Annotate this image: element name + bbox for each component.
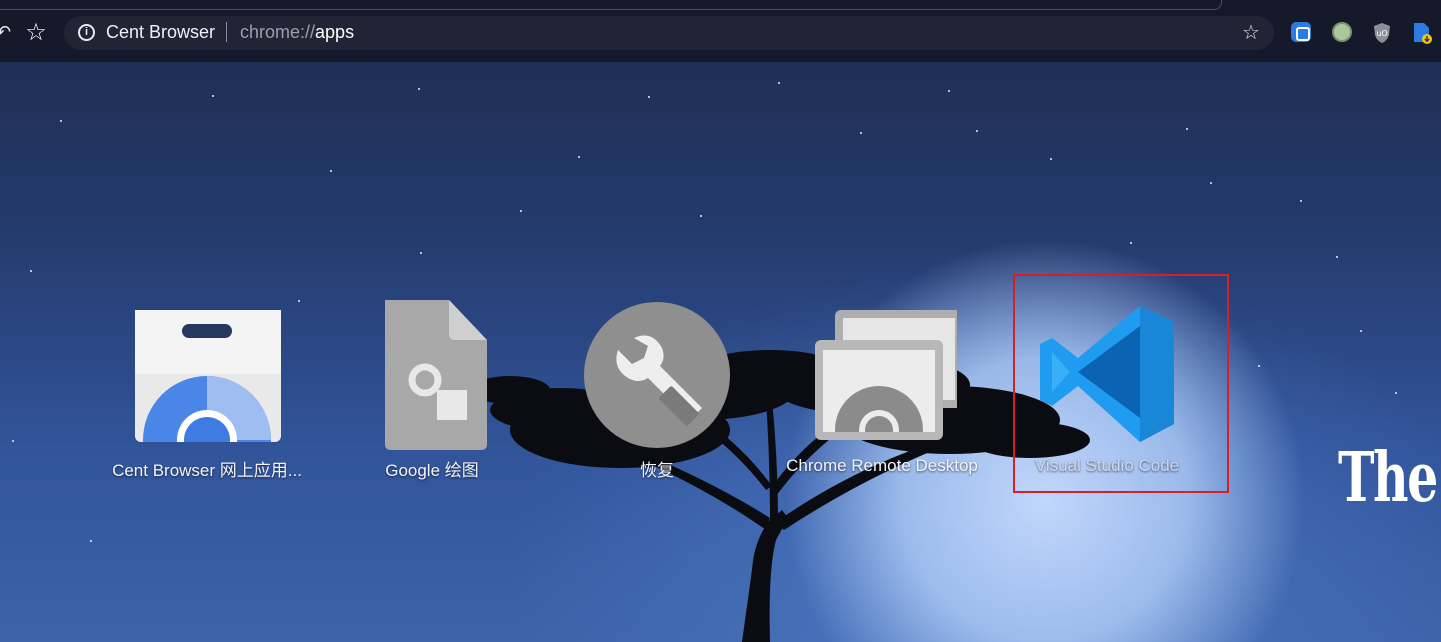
app-google-drawings[interactable]: Google 绘图 (327, 296, 537, 481)
selection-highlight (1013, 274, 1229, 493)
site-name: Cent Browser (106, 22, 216, 42)
address-bar[interactable]: i Cent Browser chrome://apps ☆ (64, 16, 1274, 50)
download-file-icon[interactable] (1411, 22, 1432, 44)
google-drawings-icon (357, 300, 507, 450)
extension-blue-icon[interactable] (1291, 22, 1311, 42)
app-label: Cent Browser 网上应用... (112, 461, 302, 480)
info-icon[interactable]: i (78, 24, 95, 41)
wrench-restore-icon (582, 300, 732, 450)
back-arrow-icon[interactable]: ↶ (0, 23, 11, 41)
bookmark-star-icon[interactable]: ☆ (1240, 22, 1262, 44)
wallpaper-headline: The I (1338, 438, 1441, 518)
ublock-shield-icon[interactable]: uO (1372, 22, 1392, 43)
url-text[interactable]: chrome://apps (240, 22, 354, 43)
remote-desktop-icon (807, 300, 963, 450)
url-scheme: chrome:// (240, 22, 316, 42)
url-host: apps (315, 22, 355, 42)
app-label: Google 绘图 (385, 461, 479, 480)
app-remote-desktop[interactable]: Chrome Remote Desktop (777, 296, 987, 481)
tab-strip-edge (0, 0, 1222, 10)
browser-toolbar: ↶ ☆ i Cent Browser chrome://apps ☆ uO (0, 0, 1441, 62)
address-separator (226, 22, 227, 42)
app-label: 恢复 (640, 461, 674, 480)
app-label: Chrome Remote Desktop (786, 456, 978, 475)
svg-text:uO: uO (1376, 29, 1387, 38)
extension-green-circle-icon[interactable] (1332, 22, 1352, 42)
app-web-store[interactable]: Cent Browser 网上应用... (102, 296, 312, 481)
app-restore[interactable]: 恢复 (552, 296, 762, 481)
web-store-icon (132, 300, 282, 450)
star-outline-icon[interactable]: ☆ (24, 21, 48, 45)
